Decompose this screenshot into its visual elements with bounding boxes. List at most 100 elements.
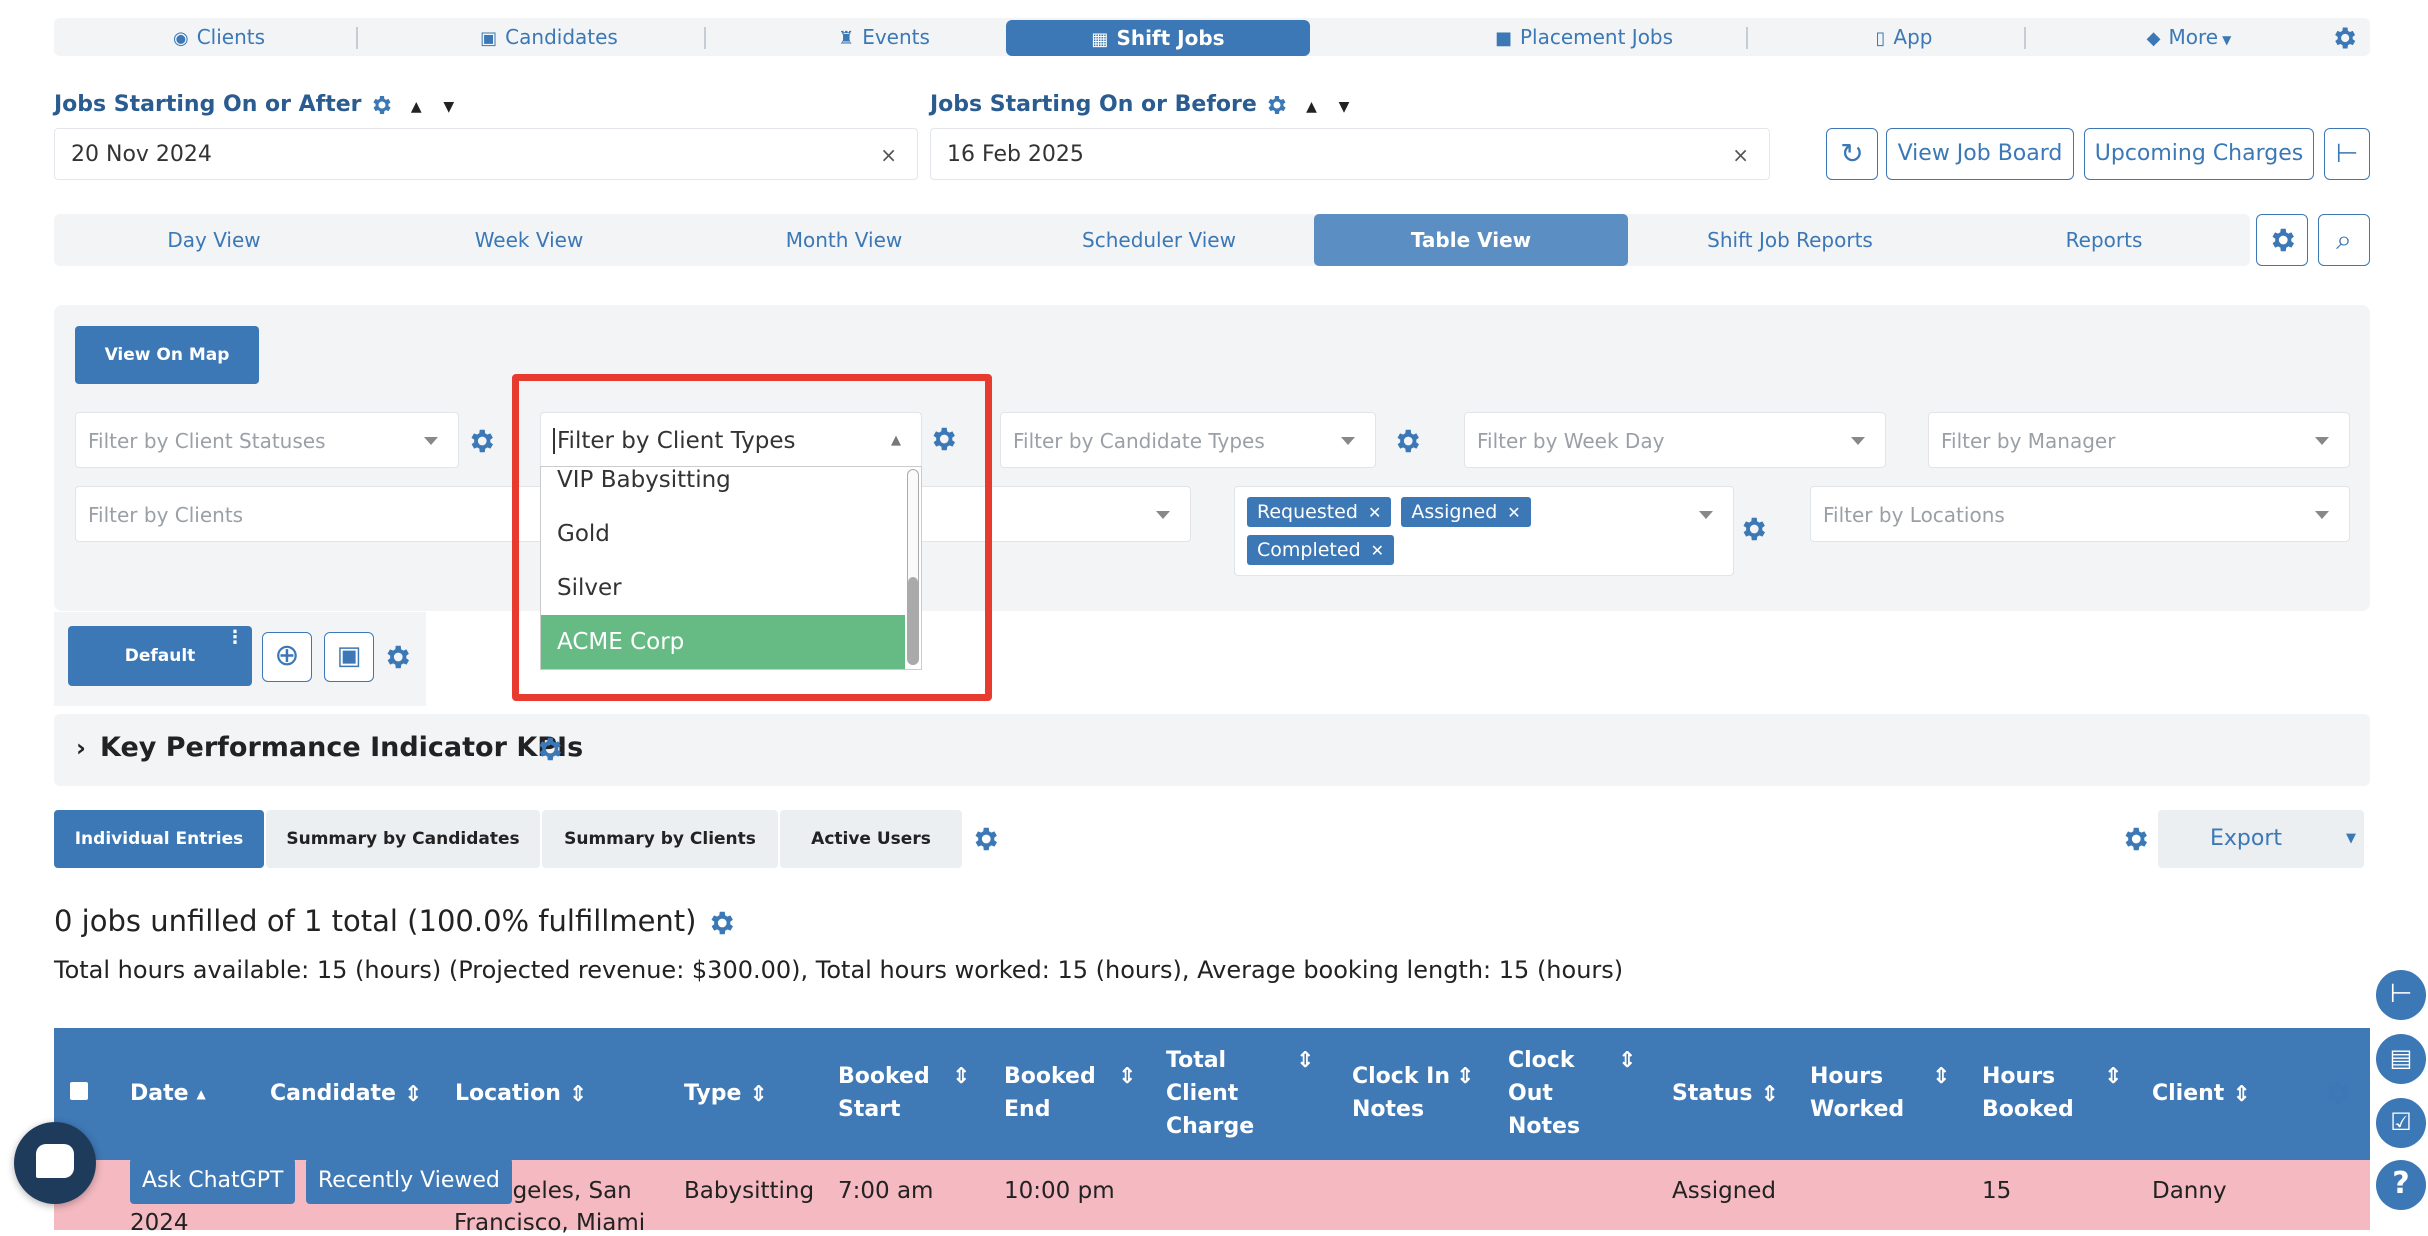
side-sitemap-button[interactable]: ⊢ [2376,970,2426,1020]
entries-gear-icon[interactable] [970,824,1000,854]
client-statuses-select[interactable]: Filter by Client Statuses [75,412,459,468]
col-hours-booked[interactable]: Hours Booked ⇕ [1982,1060,2122,1126]
nav-more[interactable]: ◆ More ▼ [2114,18,2264,56]
sort-icon: ⇕ [1118,1064,1137,1089]
book-icon: ▤ [2389,1044,2413,1072]
checklist-icon: ☑ [2390,1108,2412,1136]
chat-launcher-button[interactable] [14,1122,96,1204]
select-all-checkbox[interactable] [70,1082,88,1100]
sort-icon: ⇕ [1932,1064,1951,1089]
jobs-after-input[interactable]: 20 Nov 2024 × [54,128,918,180]
remove-tag-icon[interactable]: ✕ [1507,503,1520,522]
candidate-types-gear-icon[interactable] [1392,426,1422,456]
col-type[interactable]: Type ⇕ [684,1077,768,1111]
kebab-menu-icon[interactable]: ⋮ [226,608,244,668]
tab-shift-job-reports[interactable]: Shift Job Reports [1630,214,1950,266]
cell-location: ngeles, San [498,1178,632,1204]
col-location[interactable]: Location ⇕ [455,1077,587,1111]
week-day-select[interactable]: Filter by Week Day [1464,412,1886,468]
col-client[interactable]: Client ⇕ [2152,1077,2251,1111]
sort-icon: ⇕ [952,1064,971,1089]
col-status[interactable]: Status ⇕ [1672,1077,1779,1111]
tab-active-users[interactable]: Active Users [780,810,962,868]
col-hours-worked[interactable]: Hours Worked ⇕ [1810,1060,1950,1126]
caret-down-icon[interactable]: ▼ [2346,810,2356,868]
sort-up-icon[interactable]: ▲ [1306,99,1317,115]
tab-individual-entries[interactable]: Individual Entries [54,810,264,868]
clear-date-icon[interactable]: × [1732,129,1749,181]
col-total-client-charge[interactable]: Total Client Charge ⇕ [1166,1044,1314,1143]
tab-day-view[interactable]: Day View [54,214,374,266]
caret-down-icon [1851,437,1865,445]
jobs-before-input[interactable]: 16 Feb 2025 × [930,128,1770,180]
sort-icon: ⇕ [749,1081,768,1107]
col-booked-start[interactable]: Booked Start ⇕ [838,1060,970,1126]
locations-select[interactable]: Filter by Locations [1810,486,2350,542]
tab-reports[interactable]: Reports [1944,214,2264,266]
save-preset-button[interactable]: ▣ [324,632,374,682]
nav-clients[interactable]: ◉ Clients [144,18,294,56]
tab-summary-by-candidates[interactable]: Summary by Candidates [266,810,540,868]
remove-tag-icon[interactable]: ✕ [1368,503,1381,522]
table-settings-gear-icon[interactable]: gear [2322,1078,2352,1108]
nav-divider [704,27,706,49]
tab-month-view[interactable]: Month View [684,214,1004,266]
col-date[interactable]: Date ▲ [130,1077,206,1111]
sort-icon: ⇕ [2104,1064,2123,1089]
side-book-button[interactable]: ▤ [2376,1034,2426,1084]
view-on-map-button[interactable]: View On Map [75,326,259,384]
jobs-before-gear-icon[interactable] [1264,93,1288,117]
side-help-button[interactable]: ? [2376,1160,2426,1210]
tab-summary-by-clients[interactable]: Summary by Clients [542,810,778,868]
status-gear-icon[interactable] [1738,514,1768,544]
nav-shift-jobs[interactable]: ▦ Shift Jobs [1006,20,1310,56]
export-button[interactable]: Export ▼ [2158,810,2364,868]
kpi-gear-icon[interactable] [534,734,564,764]
chat-bubble-icon [36,1144,74,1178]
cell-date: 2024 [130,1210,189,1236]
sitemap-icon: ⊢ [2389,979,2413,1009]
export-gear-icon[interactable] [2120,824,2150,854]
add-preset-button[interactable]: ⊕ [262,632,312,682]
jobs-after-gear-icon[interactable] [369,93,393,117]
upcoming-charges-button[interactable]: Upcoming Charges [2084,128,2314,180]
col-clock-in-notes[interactable]: Clock In Notes ⇕ [1352,1060,1474,1126]
client-statuses-gear-icon[interactable] [466,426,496,456]
nav-events[interactable]: ♜ Events [799,18,969,56]
highlight-callout [512,374,992,701]
status-multiselect[interactable]: Requested ✕ Assigned ✕ Completed ✕ [1234,486,1734,576]
nav-candidates[interactable]: ▣ Candidates [449,18,649,56]
tab-week-view[interactable]: Week View [369,214,689,266]
palette-icon: ◉ [172,28,189,49]
col-booked-end[interactable]: Booked End ⇕ [1004,1060,1136,1126]
nav-app[interactable]: ▯ App [1844,18,1964,56]
side-checklist-button[interactable]: ☑ [2376,1098,2426,1148]
preset-gear-icon[interactable] [382,642,412,672]
nav-placement-jobs[interactable]: ■ Placement Jobs [1454,18,1714,56]
ask-chatgpt-button[interactable]: Ask ChatGPT [130,1158,296,1204]
clear-date-icon[interactable]: × [880,129,897,181]
nav-divider [1746,27,1748,49]
sort-asc-icon: ▲ [196,1086,206,1101]
remove-tag-icon[interactable]: ✕ [1371,541,1384,560]
default-preset-button[interactable]: Default ⋮ [68,626,252,686]
view-job-board-button[interactable]: View Job Board [1886,128,2074,180]
manager-select[interactable]: Filter by Manager [1928,412,2350,468]
caret-down-icon [1156,511,1170,519]
sort-down-icon[interactable]: ▼ [1339,99,1350,115]
sitemap-button[interactable]: ⊢ [2324,128,2370,180]
recently-viewed-button[interactable]: Recently Viewed [306,1158,512,1204]
candidate-types-select[interactable]: Filter by Candidate Types [1000,412,1376,468]
view-settings-button[interactable] [2256,214,2308,266]
tab-table-view[interactable]: Table View [1314,214,1628,266]
nav-settings-gear-icon[interactable] [2330,24,2358,52]
refresh-button[interactable]: ↻ [1826,128,1878,180]
tab-scheduler-view[interactable]: Scheduler View [999,214,1319,266]
col-clock-out-notes[interactable]: Clock Out Notes ⇕ [1508,1044,1636,1143]
search-button[interactable]: ⌕ [2318,214,2370,266]
summary-gear-icon[interactable] [706,908,736,938]
sort-down-icon[interactable]: ▼ [443,99,454,115]
col-candidate[interactable]: Candidate ⇕ [270,1077,422,1111]
kpi-section[interactable]: › Key Performance Indicator KPIs [54,714,2370,786]
sort-up-icon[interactable]: ▲ [411,99,422,115]
